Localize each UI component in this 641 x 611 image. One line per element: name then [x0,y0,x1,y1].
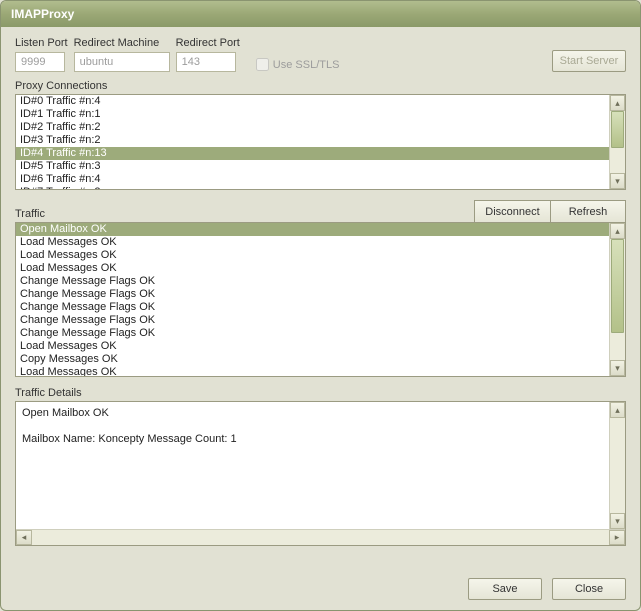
list-item[interactable]: Change Message Flags OK [16,275,609,288]
list-item[interactable]: Change Message Flags OK [16,327,609,340]
scroll-down-icon[interactable]: ▾ [610,173,625,189]
list-item[interactable]: ID#2 Traffic #n:2 [16,121,609,134]
list-item[interactable]: ID#7 Traffic #n:2 [16,186,609,189]
proxy-connections-list[interactable]: ID#0 Traffic #n:4ID#1 Traffic #n:1ID#2 T… [15,94,626,190]
save-button[interactable]: Save [468,578,542,600]
list-item[interactable]: Change Message Flags OK [16,288,609,301]
details-hscrollbar[interactable]: ◂ ▸ [16,529,625,545]
close-button[interactable]: Close [552,578,626,600]
traffic-details-box: Open Mailbox OK Mailbox Name: Koncepty M… [15,401,626,546]
redirect-machine-field: Redirect Machine [74,37,170,72]
details-line: Mailbox Name: Koncepty Message Count: 1 [22,432,603,446]
traffic-label: Traffic [15,208,45,220]
redirect-port-field: Redirect Port [176,37,240,72]
use-ssl-field[interactable]: Use SSL/TLS [256,58,340,71]
scroll-thumb[interactable] [611,239,624,333]
list-item[interactable]: ID#5 Traffic #n:3 [16,160,609,173]
listen-port-label: Listen Port [15,37,68,49]
redirect-port-label: Redirect Port [176,37,240,49]
footer-buttons: Save Close [1,574,640,610]
traffic-list[interactable]: Open Mailbox OKLoad Messages OKLoad Mess… [15,222,626,377]
use-ssl-label: Use SSL/TLS [273,59,340,71]
redirect-port-input[interactable] [176,52,236,72]
config-row: Listen Port Redirect Machine Redirect Po… [15,37,626,72]
list-item[interactable]: Change Message Flags OK [16,301,609,314]
traffic-header: Traffic Disconnect Refresh [15,200,626,222]
details-line: Open Mailbox OK [22,406,603,420]
list-item[interactable]: ID#3 Traffic #n:2 [16,134,609,147]
list-item[interactable]: Open Mailbox OK [16,223,609,236]
window-root: IMAPProxy Listen Port Redirect Machine R… [0,0,641,611]
list-item[interactable]: ID#4 Traffic #n:13 [16,147,609,160]
traffic-details-text: Open Mailbox OK Mailbox Name: Koncepty M… [16,402,609,529]
list-item[interactable]: ID#0 Traffic #n:4 [16,95,609,108]
list-item[interactable]: ID#1 Traffic #n:1 [16,108,609,121]
scroll-down-icon[interactable]: ▾ [610,360,625,376]
redirect-machine-input[interactable] [74,52,170,72]
listen-port-input[interactable] [15,52,65,72]
list-item[interactable]: Copy Messages OK [16,353,609,366]
refresh-button[interactable]: Refresh [550,200,626,222]
redirect-machine-label: Redirect Machine [74,37,170,49]
list-item[interactable]: Change Message Flags OK [16,314,609,327]
scroll-left-icon[interactable]: ◂ [16,530,32,545]
titlebar[interactable]: IMAPProxy [1,1,640,27]
scroll-up-icon[interactable]: ▴ [610,402,625,418]
list-item[interactable]: Load Messages OK [16,340,609,353]
list-item[interactable]: Load Messages OK [16,366,609,376]
scroll-up-icon[interactable]: ▴ [610,95,625,111]
scroll-right-icon[interactable]: ▸ [609,530,625,545]
list-item[interactable]: Load Messages OK [16,236,609,249]
proxy-scrollbar[interactable]: ▴ ▾ [609,95,625,189]
use-ssl-checkbox[interactable] [256,58,269,71]
start-server-button[interactable]: Start Server [552,50,626,72]
disconnect-button[interactable]: Disconnect [474,200,550,222]
list-item[interactable]: Load Messages OK [16,249,609,262]
listen-port-field: Listen Port [15,37,68,72]
scroll-thumb[interactable] [611,111,624,148]
scroll-down-icon[interactable]: ▾ [610,513,625,529]
list-item[interactable]: ID#6 Traffic #n:4 [16,173,609,186]
window-title: IMAPProxy [11,7,74,21]
traffic-scrollbar[interactable]: ▴ ▾ [609,223,625,376]
list-item[interactable]: Load Messages OK [16,262,609,275]
proxy-connections-label: Proxy Connections [15,80,626,92]
scroll-up-icon[interactable]: ▴ [610,223,625,239]
traffic-details-label: Traffic Details [15,387,626,399]
details-vscrollbar[interactable]: ▴ ▾ [609,402,625,529]
content-area: Listen Port Redirect Machine Redirect Po… [1,27,640,574]
